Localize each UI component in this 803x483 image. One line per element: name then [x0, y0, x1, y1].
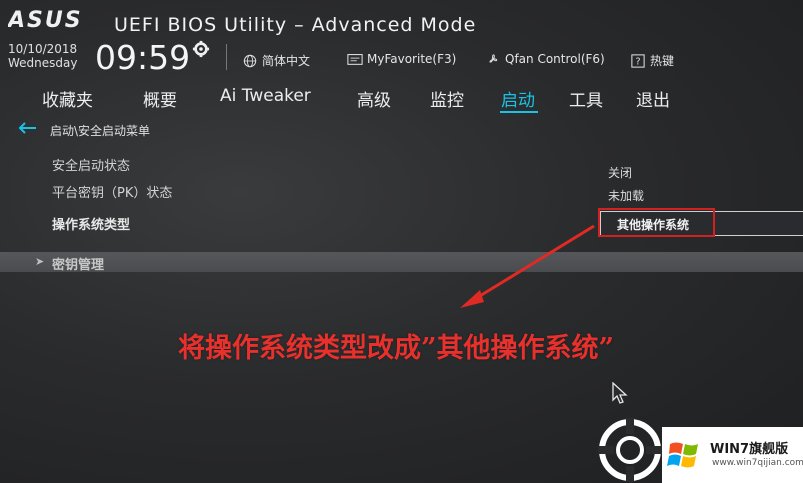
- qfan-control-button[interactable]: Qfan Control(F6): [485, 52, 605, 66]
- gear-icon[interactable]: [192, 40, 210, 58]
- language-button[interactable]: 简体中文: [242, 52, 310, 69]
- tab-favorites[interactable]: 收藏夹: [42, 86, 93, 111]
- annotation-text: 将操作系统类型改成”其他操作系统”: [178, 333, 615, 364]
- breadcrumb: 启动\安全启动菜单: [50, 124, 151, 138]
- watermark-url: www.win7qijian.com: [712, 458, 803, 468]
- date-display: 10/10/2018 Wednesday: [8, 42, 77, 70]
- tab-exit[interactable]: 退出: [636, 86, 670, 111]
- platform-key-state-label: 平台密钥（PK）状态: [52, 186, 173, 201]
- back-arrow-icon[interactable]: [17, 121, 37, 135]
- globe-icon: [243, 54, 257, 67]
- windows-logo-icon: [667, 442, 698, 468]
- key-management-label: 密钥管理: [52, 258, 105, 273]
- active-tab-indicator: [500, 111, 538, 113]
- tab-advanced[interactable]: 高级: [357, 86, 391, 111]
- annotation-highlight-box: [598, 208, 715, 237]
- tab-monitor[interactable]: 监控: [430, 86, 464, 111]
- help-icon: ?: [631, 53, 645, 68]
- secure-boot-state-label: 安全启动状态: [52, 159, 131, 174]
- watermark-logo-icon: [598, 418, 662, 482]
- header-divider: [226, 44, 227, 70]
- tab-main[interactable]: 概要: [143, 86, 177, 111]
- mouse-cursor-icon: [612, 382, 628, 404]
- secure-boot-state-value: 关闭: [608, 166, 633, 180]
- favorite-folder-icon: [347, 54, 363, 65]
- date-text: 10/10/2018: [8, 42, 78, 56]
- hotkey-button[interactable]: ? 热键: [630, 52, 674, 69]
- utility-title: UEFI BIOS Utility – Advanced Mode: [114, 14, 477, 36]
- key-management-row[interactable]: [0, 252, 803, 272]
- weekday-text: Wednesday: [8, 56, 78, 70]
- tab-tool[interactable]: 工具: [569, 86, 603, 111]
- language-label: 简体中文: [262, 54, 311, 68]
- myfavorite-button[interactable]: MyFavorite(F3): [347, 52, 456, 66]
- qfan-label: Qfan Control(F6): [505, 52, 605, 66]
- time-display: 09:59: [95, 38, 191, 77]
- tab-boot[interactable]: 启动: [501, 86, 535, 111]
- hotkey-label: 热键: [650, 54, 675, 68]
- asus-logo: ASUS: [8, 8, 83, 30]
- tab-ai-tweaker[interactable]: Ai Tweaker: [220, 86, 311, 106]
- watermark-title: WIN7旗舰版: [710, 442, 789, 457]
- asus-logo-text: ASUS: [8, 8, 83, 30]
- myfavorite-label: MyFavorite(F3): [367, 52, 457, 66]
- os-type-label: 操作系统类型: [52, 218, 131, 233]
- fan-icon: [489, 54, 498, 63]
- expand-arrow-icon: ➤: [35, 255, 45, 268]
- platform-key-state-value: 未加载: [608, 189, 645, 203]
- annotation-arrow-icon: [460, 224, 595, 308]
- svg-text:?: ?: [635, 56, 640, 67]
